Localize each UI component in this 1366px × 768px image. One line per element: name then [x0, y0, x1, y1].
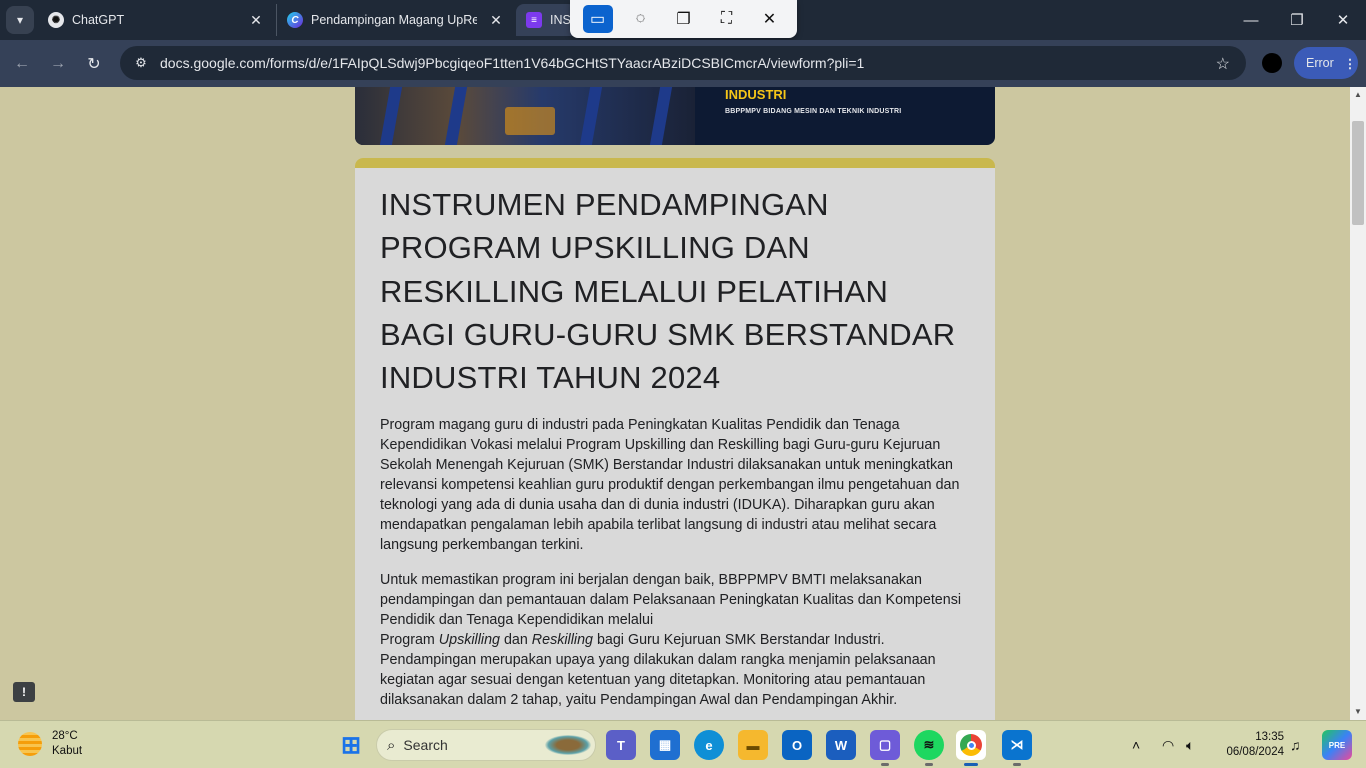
description-text: Untuk memastikan program ini berjalan de… [380, 572, 962, 629]
form-title: INSTRUMEN PENDAMPINGAN PROGRAM UPSKILLIN… [380, 187, 956, 396]
tab-strip: ▾ ✺ ChatGPT ✕ C Pendampingan Magang UpRe… [0, 0, 1366, 40]
page-scrollbar[interactable]: ▲ ▼ [1350, 87, 1366, 720]
tab-pendampingan[interactable]: C Pendampingan Magang UpRe ✕ [276, 4, 512, 36]
close-window-button[interactable]: ✕ [1320, 0, 1366, 40]
close-icon[interactable]: ✕ [755, 5, 785, 33]
clock-date: 06/08/2024 [1226, 746, 1284, 758]
search-placeholder: Search [403, 737, 448, 753]
reload-icon[interactable]: ↻ [80, 50, 108, 78]
file-explorer-icon[interactable]: ▬ [738, 730, 768, 760]
fog-weather-icon [18, 732, 42, 756]
c-app-icon: C [287, 12, 303, 28]
microsoft-store-icon[interactable]: ▦ [650, 730, 680, 760]
weather-widget[interactable]: 28°C Kabut [18, 729, 82, 759]
report-feedback-icon[interactable]: ! [13, 682, 35, 702]
scrollbar-thumb[interactable] [1352, 121, 1364, 225]
browser-toolbar: ← → ↻ ⚙ docs.google.com/forms/d/e/1FAIpQ… [0, 40, 1366, 87]
vscode-icon[interactable]: ⋊ [1002, 730, 1032, 766]
copilot-icon[interactable]: PRE [1322, 730, 1352, 760]
tab-label: ChatGPT [72, 13, 125, 27]
show-hidden-icons-button[interactable]: ˄ [1132, 721, 1140, 768]
banner-photo [355, 87, 695, 145]
form-header-banner: INDUSTRI BBPPMPV BIDANG MESIN DAN TEKNIK… [355, 87, 995, 145]
description-text: dan [499, 632, 532, 649]
address-bar[interactable]: ⚙ docs.google.com/forms/d/e/1FAIpQLSdwj9… [120, 46, 1246, 80]
form-description-paragraph-2: Untuk memastikan program ini berjalan de… [355, 570, 995, 710]
outlook-new-icon[interactable]: O [782, 730, 812, 760]
scroll-up-icon[interactable]: ▲ [1350, 87, 1366, 103]
page-viewport: INDUSTRI BBPPMPV BIDANG MESIN DAN TEKNIK… [0, 87, 1350, 720]
volume-icon[interactable]: 🔈︎ [1186, 721, 1194, 768]
banner-subheading: BBPPMPV BIDANG MESIN DAN TEKNIK INDUSTRI [725, 108, 902, 115]
tab-chatgpt[interactable]: ✺ ChatGPT ✕ [38, 4, 272, 36]
site-settings-icon[interactable]: ⚙ [126, 55, 156, 71]
windows-start-icon[interactable]: ⊞ [336, 730, 366, 760]
word-icon[interactable]: W [826, 730, 856, 760]
error-label: Error [1306, 56, 1334, 70]
description-italic: Reskilling [531, 632, 593, 649]
chrome-logo [960, 734, 982, 756]
chatgpt-icon: ✺ [48, 12, 64, 28]
taskbar-clock[interactable]: 13:35 06/08/2024 [1216, 730, 1284, 760]
fullscreen-snip-icon[interactable]: ⛶ [712, 5, 742, 33]
minimize-button[interactable]: — [1228, 0, 1274, 40]
notification-bell-icon[interactable]: ♫︎ [1290, 721, 1301, 768]
google-forms-icon: ≡ [526, 12, 542, 28]
search-highlight-image [545, 735, 591, 755]
weather-temperature: 28°C [52, 730, 78, 742]
freeform-snip-icon[interactable]: ◌ [626, 5, 656, 33]
bookmark-star-icon[interactable]: ☆ [1216, 54, 1230, 74]
error-menu-button[interactable]: Error ⋮ [1294, 47, 1358, 79]
back-arrow-icon[interactable]: ← [8, 50, 36, 78]
banner-heading: INDUSTRI [725, 87, 787, 102]
card-accent-bar [355, 158, 995, 168]
profile-avatar[interactable] [1262, 53, 1282, 73]
tab-instrumen[interactable]: ≡ INST [516, 4, 576, 36]
wifi-icon[interactable]: ◠ [1162, 721, 1174, 768]
more-vert-icon: ⋮ [1343, 56, 1357, 71]
search-icon: ⌕ [387, 736, 396, 754]
tab-search-button[interactable]: ▾ [6, 6, 34, 34]
teams-icon[interactable]: T [606, 730, 636, 760]
description-italic: Upskilling [438, 632, 500, 649]
edge-icon[interactable]: e [694, 730, 724, 760]
app-icon[interactable]: ▢ [870, 730, 900, 766]
rectangle-snip-icon[interactable]: ▭ [582, 5, 613, 33]
form-title-card: INSTRUMEN PENDAMPINGAN PROGRAM UPSKILLIN… [355, 158, 995, 720]
close-icon[interactable]: ✕ [488, 12, 504, 28]
weather-description: Kabut [52, 745, 83, 757]
scroll-down-icon[interactable]: ▼ [1350, 704, 1366, 720]
url-text[interactable]: docs.google.com/forms/d/e/1FAIpQLSdwj9Pb… [160, 55, 864, 71]
chrome-icon[interactable] [956, 730, 986, 766]
tab-label: Pendampingan Magang UpRe [311, 13, 477, 27]
description-text: Program [380, 632, 439, 649]
spotify-icon[interactable]: ≋ [914, 730, 944, 766]
restore-button[interactable]: ❐ [1274, 0, 1320, 40]
windows-taskbar: 28°C Kabut ⊞ ⌕ Search T ▦ e ▬ O W ▢ ≋ ⋊ … [0, 720, 1366, 768]
form-description-paragraph-1: Program magang guru di industri pada Pen… [380, 417, 960, 554]
taskbar-search-box[interactable]: ⌕ Search [376, 729, 596, 761]
forward-arrow-icon[interactable]: → [44, 50, 72, 78]
clock-time: 13:35 [1255, 731, 1284, 743]
close-icon[interactable]: ✕ [248, 12, 264, 28]
window-snip-icon[interactable]: ❐ [669, 5, 699, 33]
snipping-toolbar: ▭ ◌ ❐ ⛶ ✕ [570, 0, 797, 38]
